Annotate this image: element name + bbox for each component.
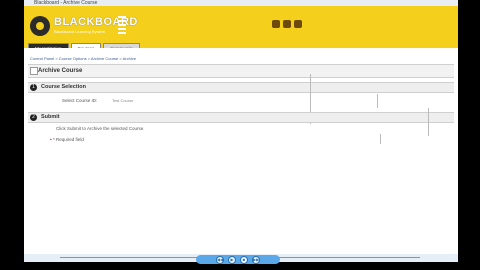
archive-icon (30, 67, 38, 75)
step-number: 1 (30, 84, 37, 91)
divider (380, 134, 381, 144)
browser-screen: Blackboard - Archive Course BLACKBOARD B… (24, 0, 458, 262)
step-course-selection: 1 Course Selection (28, 82, 454, 93)
fast-forward-icon[interactable]: ▶▶ (252, 255, 260, 264)
divider (428, 108, 429, 136)
course-id-label: Select Course ID: (62, 98, 98, 103)
page-title: Archive Course (38, 68, 83, 74)
step-number: 2 (30, 114, 37, 121)
breadcrumb[interactable]: Control Panel > Course Options > Archive… (30, 56, 136, 61)
logo-tagline: Blackboard Learning System (54, 29, 106, 34)
required-text: * Required field (53, 137, 84, 142)
play-icon[interactable]: ▶ (228, 255, 236, 264)
step-submit: 2 Submit (28, 112, 454, 123)
step-title: Submit (41, 114, 60, 120)
help-icon[interactable] (283, 20, 291, 28)
required-marker: ▪ (50, 137, 52, 143)
logo-icon (30, 16, 50, 36)
home-icon[interactable] (272, 20, 280, 28)
page-title-bar (28, 65, 454, 78)
main-content: Control Panel > Course Options > Archive… (24, 48, 458, 262)
blackboard-logo[interactable]: BLACKBOARD Blackboard Learning System (30, 14, 137, 38)
stop-icon[interactable]: ■ (240, 255, 248, 264)
player-controls: ◀◀ ▶ ■ ▶▶ (196, 255, 280, 264)
step-title: Course Selection (41, 84, 86, 90)
rewind-icon[interactable]: ◀◀ (216, 255, 224, 264)
required-note: ▪ * Required field (50, 137, 84, 143)
logout-icon[interactable] (294, 20, 302, 28)
submit-instructions: Click Submit to Archive the selected Cou… (56, 126, 145, 131)
logo-stripes (118, 16, 126, 34)
header-icon-group (272, 20, 302, 28)
blackboard-header: BLACKBOARD Blackboard Learning System My… (24, 6, 458, 54)
course-id-value[interactable]: Test Course (112, 98, 133, 103)
divider (377, 94, 378, 108)
